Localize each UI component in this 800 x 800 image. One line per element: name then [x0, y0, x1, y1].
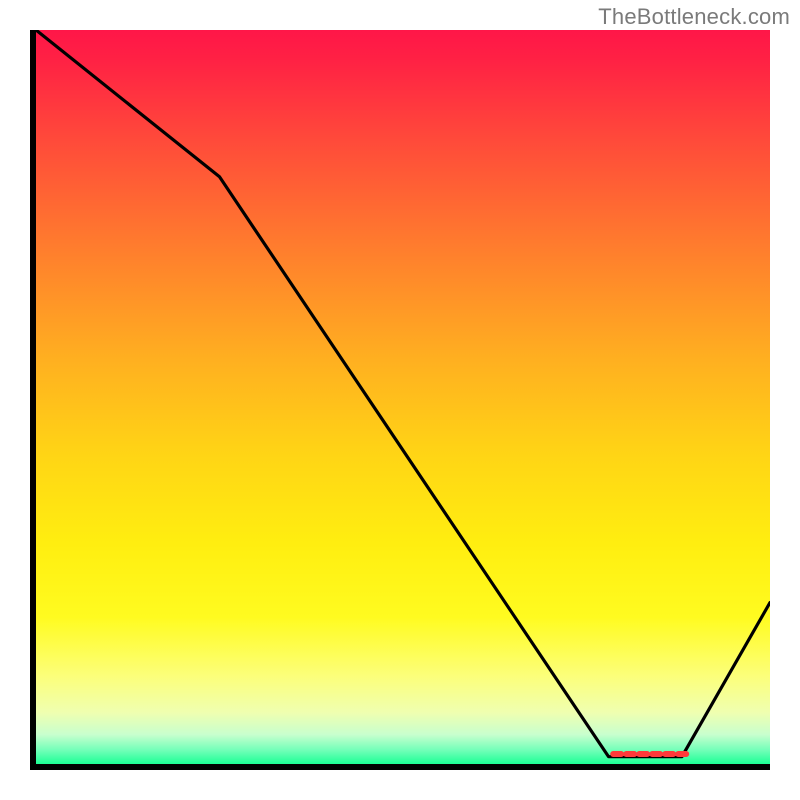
chart-container: TheBottleneck.com: [0, 0, 800, 800]
watermark-text: TheBottleneck.com: [598, 4, 790, 30]
plot-area: [30, 30, 770, 770]
curve-path: [36, 30, 770, 757]
line-curve: [36, 30, 770, 764]
